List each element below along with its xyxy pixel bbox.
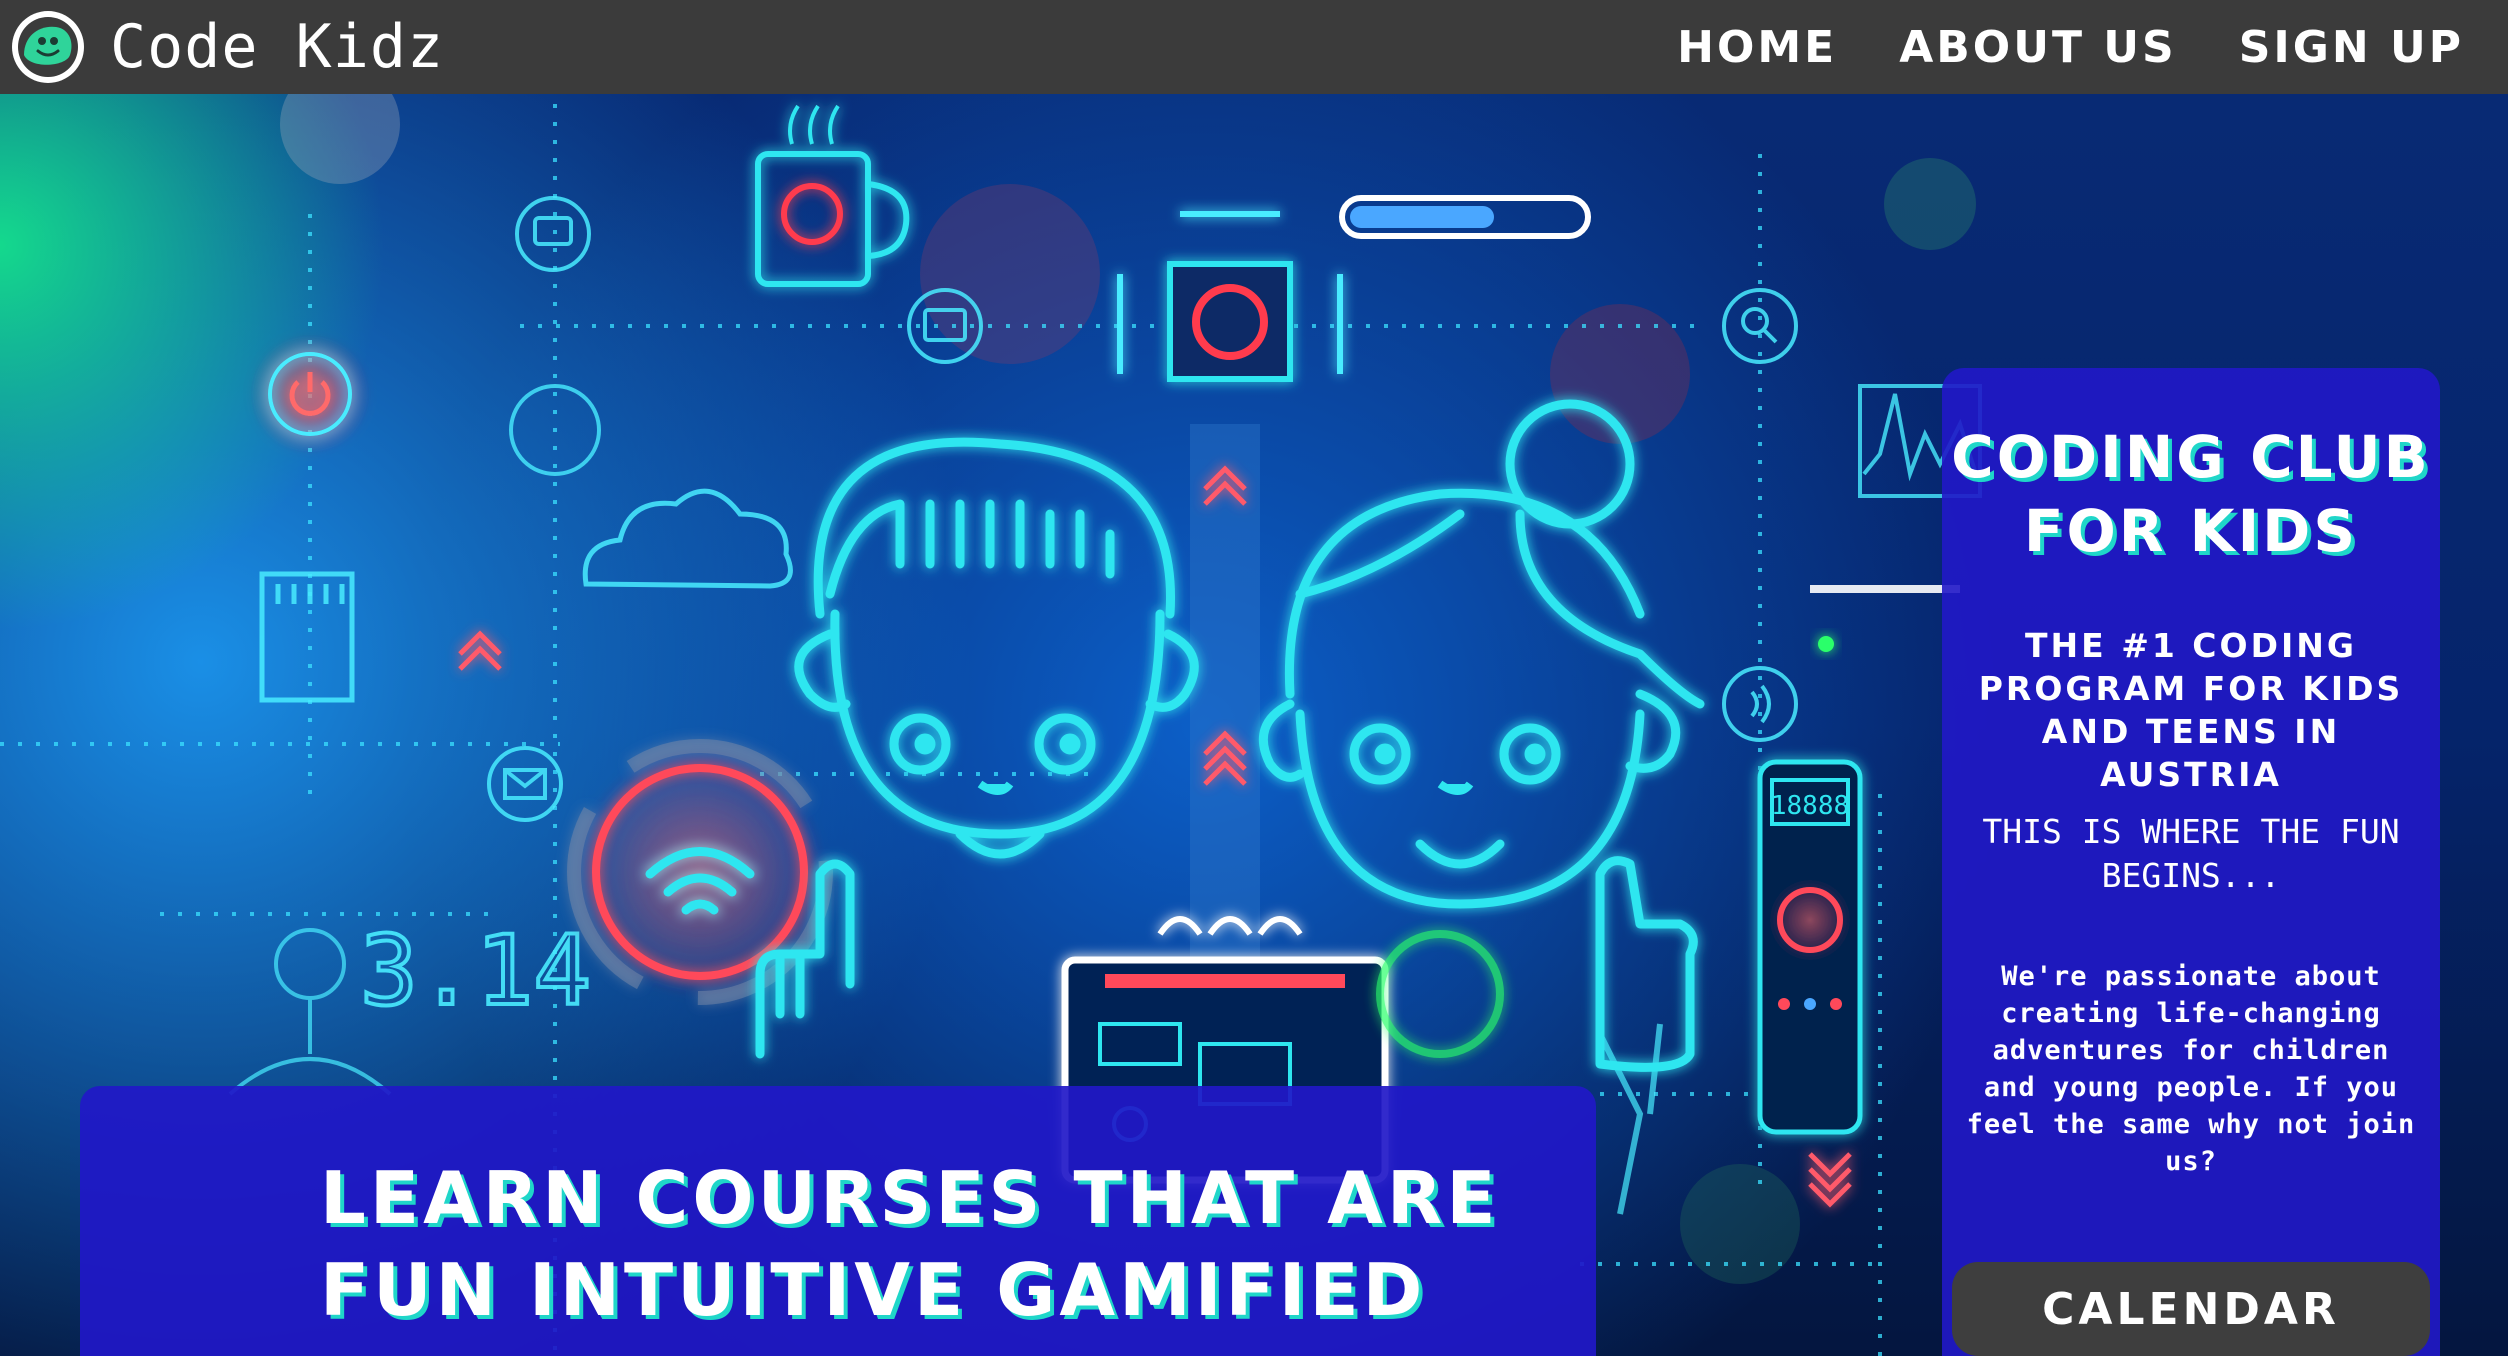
panel-title-line-2: FOR KIDS	[2023, 497, 2359, 565]
panel-title: CODING CLUB FOR KIDS	[1942, 420, 2440, 568]
banner-headline: LEARN COURSES THAT ARE FUN INTUITIVE GAM…	[320, 1152, 1500, 1336]
meter-readout: 18888	[1771, 791, 1849, 821]
panel-description: We're passionate about creating life-cha…	[1966, 961, 2416, 1177]
hero-banner: LEARN COURSES THAT ARE FUN INTUITIVE GAM…	[80, 1086, 1596, 1356]
hero-section: 3.14 18888 LEARN COURSES THAT ARE FUN IN…	[0, 94, 2508, 1356]
sd-card-icon	[259, 571, 355, 703]
nav-sign-up-link[interactable]: SIGN UP	[2239, 22, 2464, 73]
brand-logo-link[interactable]: Code Kidz	[10, 8, 444, 86]
brand-name: Code Kidz	[110, 12, 445, 82]
mug-icon	[755, 104, 910, 287]
panel-tagline: THIS IS WHERE THE FUN BEGINS...	[1982, 812, 2400, 895]
top-navbar: Code Kidz HOME ABOUT US SIGN UP	[0, 0, 2508, 94]
nav-home-link[interactable]: HOME	[1677, 22, 1837, 73]
main-nav: HOME ABOUT US SIGN UP	[1677, 0, 2464, 94]
pliers-icon	[1597, 1023, 1663, 1215]
panel-title-line-1: CODING CLUB	[1951, 423, 2431, 491]
coding-club-panel: CODING CLUB FOR KIDS THE #1 CODING PROGR…	[1942, 368, 2440, 1356]
glowing-digits: 3.14	[360, 915, 591, 1027]
smiling-blob-icon	[12, 11, 84, 83]
banner-line-1: LEARN COURSES THAT ARE	[320, 1156, 1500, 1240]
calendar-button[interactable]: CALENDAR	[1952, 1262, 2430, 1356]
nav-about-us-link[interactable]: ABOUT US	[1899, 22, 2176, 73]
panel-subtitle: THE #1 CODING PROGRAM FOR KIDS AND TEENS…	[1978, 626, 2404, 794]
down-arrows	[1808, 1152, 1852, 1208]
green-ring-graphic	[1376, 930, 1504, 1058]
wifi-sensor-graphic	[567, 739, 833, 1005]
progress-bar-graphic	[1339, 195, 1591, 239]
multimeter-graphic: 18888	[1757, 759, 1863, 1135]
power-button-icon	[250, 334, 370, 454]
cloud-icon	[582, 488, 793, 589]
banner-line-2: FUN INTUITIVE GAMIFIED	[320, 1248, 1427, 1332]
envelope-icon	[487, 746, 563, 822]
chip-icon	[1117, 211, 1343, 382]
